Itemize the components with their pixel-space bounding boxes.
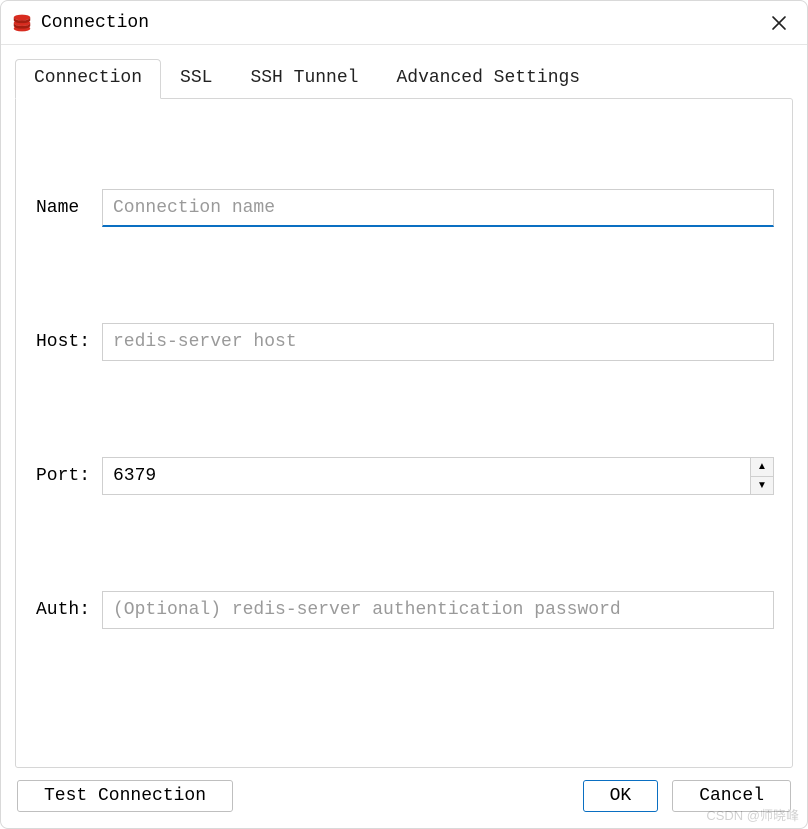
port-label: Port: — [36, 466, 102, 486]
tab-ssl[interactable]: SSL — [161, 59, 231, 98]
tab-advanced-settings[interactable]: Advanced Settings — [377, 59, 599, 98]
tab-connection[interactable]: Connection — [15, 59, 161, 99]
host-row: Host: — [36, 323, 774, 361]
window-title: Connection — [41, 13, 149, 33]
host-label: Host: — [36, 332, 102, 352]
ok-button[interactable]: OK — [583, 780, 659, 812]
port-stepper: ▲ ▼ — [750, 457, 774, 495]
host-input[interactable] — [102, 323, 774, 361]
tab-ssh-tunnel[interactable]: SSH Tunnel — [231, 59, 377, 98]
chevron-up-icon: ▲ — [757, 461, 767, 472]
auth-row: Auth: — [36, 591, 774, 629]
name-label: Name — [36, 198, 102, 218]
connection-panel: Name Host: Port: ▲ ▼ Auth: — [15, 98, 793, 768]
close-icon — [771, 15, 787, 31]
dialog-footer: Test Connection OK Cancel — [1, 768, 807, 828]
port-step-down[interactable]: ▼ — [751, 476, 773, 495]
tabs: Connection SSL SSH Tunnel Advanced Setti… — [1, 45, 807, 98]
port-spinner: ▲ ▼ — [102, 457, 774, 495]
auth-input[interactable] — [102, 591, 774, 629]
port-input[interactable] — [102, 457, 750, 495]
connection-dialog: Connection Connection SSL SSH Tunnel Adv… — [0, 0, 808, 829]
auth-label: Auth: — [36, 600, 102, 620]
chevron-down-icon: ▼ — [757, 480, 767, 491]
cancel-button[interactable]: Cancel — [672, 780, 791, 812]
close-button[interactable] — [765, 9, 793, 37]
redis-icon — [11, 12, 33, 34]
port-row: Port: ▲ ▼ — [36, 457, 774, 495]
test-connection-button[interactable]: Test Connection — [17, 780, 233, 812]
name-row: Name — [36, 189, 774, 227]
name-input[interactable] — [102, 189, 774, 227]
port-step-up[interactable]: ▲ — [751, 458, 773, 476]
title-bar: Connection — [1, 1, 807, 45]
